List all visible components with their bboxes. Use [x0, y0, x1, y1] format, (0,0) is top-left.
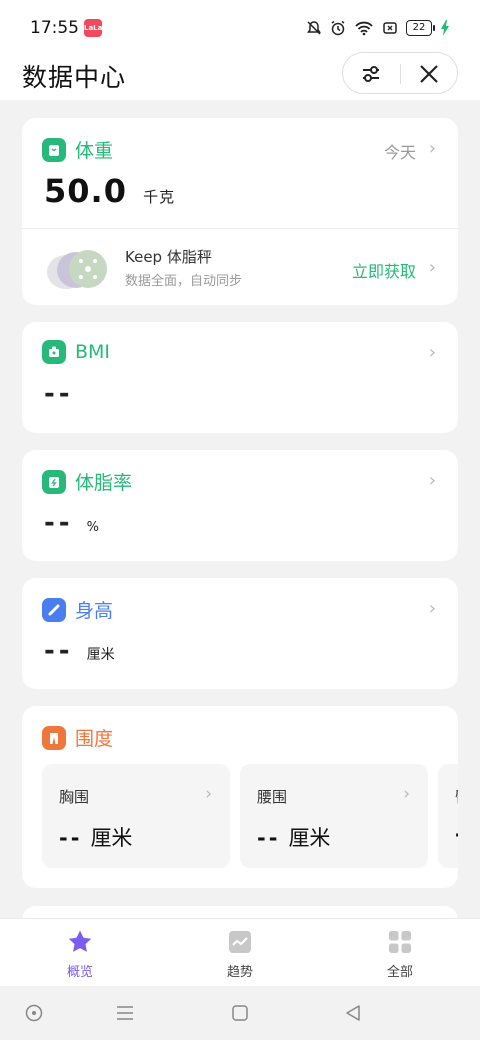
get-now-button[interactable]: 立即获取 [352, 258, 416, 282]
back-button[interactable] [340, 1000, 366, 1026]
scale-icon [42, 137, 66, 162]
body-fat-card[interactable]: 体脂率 › -- % [22, 450, 458, 561]
hip-value-row: - [455, 822, 458, 846]
close-icon [420, 65, 438, 83]
status-icons: 22 [306, 18, 450, 38]
chevron-right-icon: › [428, 257, 436, 278]
assistant-icon [25, 1004, 43, 1022]
waist-value-row: -- 厘米 [257, 822, 330, 852]
wifi-icon [355, 21, 373, 36]
ruler-icon [42, 597, 66, 622]
chest-unit: 厘米 [90, 826, 133, 850]
waist-unit: 厘米 [288, 826, 331, 850]
waist-card[interactable]: 腰围 › -- 厘米 [240, 764, 428, 868]
body-fat-card-header: 体脂率 [42, 468, 132, 495]
pants-icon [42, 725, 66, 750]
menu-icon [117, 1006, 133, 1020]
girth-title: 围度 [75, 728, 114, 750]
hip-value: - [455, 822, 458, 846]
girth-card: 围度 胸围 › -- 厘米 腰围 › -- 厘米 臀 - [22, 706, 458, 888]
status-time: 17:55 [30, 18, 79, 38]
weight-date: 今天 [383, 143, 416, 162]
status-bar: 17:55 LaLa 22 [0, 0, 480, 52]
chest-value: -- [59, 826, 83, 850]
charging-icon [441, 20, 449, 36]
grid-icon [360, 929, 440, 955]
star-icon [40, 929, 120, 955]
body-fat-icon [42, 469, 66, 494]
chevron-right-icon: › [428, 598, 436, 619]
body-fat-title: 体脂率 [75, 472, 133, 494]
weight-card-header: 体重 [42, 136, 113, 163]
bmi-icon [42, 340, 66, 364]
weight-unit: 千克 [143, 188, 176, 206]
nav-all-label: 全部 [386, 965, 413, 980]
mute-bell-icon [307, 21, 321, 35]
girth-card-header: 围度 [42, 724, 113, 751]
hip-title: 臀 [455, 786, 458, 807]
waist-title: 腰围 [257, 788, 288, 806]
battery-icon: 22 [406, 20, 435, 36]
nav-all[interactable]: 全部 [360, 929, 440, 980]
body-fat-unit: % [86, 520, 100, 535]
chevron-right-icon: › [428, 342, 436, 363]
home-icon [232, 1005, 248, 1021]
page-title: 数据中心 [22, 63, 127, 92]
bmi-card-header: BMI [42, 340, 110, 364]
system-nav [0, 986, 480, 1040]
assistant-button[interactable] [21, 1000, 47, 1026]
chest-card[interactable]: 胸围 › -- 厘米 [42, 764, 230, 868]
content-scroll[interactable]: 体重 今天 › 50.0 千克 Keep 体脂秤 数据全面，自动同步 立即获取 … [0, 100, 480, 918]
promo-subtitle: 数据全面，自动同步 [125, 274, 243, 289]
height-value: -- [44, 636, 74, 666]
header: 数据中心 [0, 52, 480, 100]
nav-trend[interactable]: 趋势 [200, 929, 280, 980]
height-card[interactable]: 身高 › -- 厘米 [22, 578, 458, 689]
weight-value: 50.0 [44, 172, 127, 210]
body-fat-value-row: -- % [44, 508, 99, 538]
height-card-header: 身高 [42, 596, 113, 623]
sliders-icon [363, 66, 379, 82]
promo-row[interactable]: Keep 体脂秤 数据全面，自动同步 立即获取 › [22, 228, 458, 304]
chevron-right-icon: › [428, 470, 436, 491]
weight-card[interactable]: 体重 今天 › 50.0 千克 Keep 体脂秤 数据全面，自动同步 立即获取 … [22, 118, 458, 305]
bmi-value: -- [44, 379, 74, 409]
sim-icon [383, 22, 397, 34]
next-card [22, 906, 458, 918]
nav-trend-label: 趋势 [226, 965, 253, 980]
promo-title: Keep 体脂秤 [125, 248, 212, 266]
nav-overview[interactable]: 概览 [40, 929, 120, 980]
chevron-right-icon: › [205, 784, 212, 804]
weight-title: 体重 [75, 140, 114, 162]
height-value-row: -- 厘米 [44, 636, 115, 666]
chest-value-row: -- 厘米 [59, 822, 132, 852]
bottom-nav: 概览 趋势 全部 [0, 918, 480, 986]
bmi-title: BMI [75, 341, 111, 363]
chest-title: 胸围 [59, 788, 90, 806]
body-fat-value: -- [44, 508, 74, 538]
home-button[interactable] [227, 1000, 253, 1026]
close-button[interactable] [401, 53, 457, 95]
height-unit: 厘米 [86, 647, 115, 663]
height-title: 身高 [75, 600, 114, 622]
weight-value-row: 50.0 千克 [44, 172, 175, 210]
chevron-right-icon: › [403, 784, 410, 804]
hip-card[interactable]: 臀 - [438, 764, 458, 868]
body-fat-scale-image [47, 250, 107, 289]
alarm-icon [331, 20, 345, 36]
nav-overview-label: 概览 [66, 965, 93, 980]
settings-button[interactable] [343, 53, 399, 95]
header-actions [342, 52, 458, 94]
menu-button[interactable] [112, 1000, 138, 1026]
trend-icon [200, 929, 280, 955]
waist-value: -- [257, 826, 281, 850]
back-icon [346, 1005, 360, 1021]
chevron-right-icon: › [428, 138, 436, 159]
app-notification-icon: LaLa [84, 19, 102, 37]
bmi-card[interactable]: BMI › -- [22, 322, 458, 433]
